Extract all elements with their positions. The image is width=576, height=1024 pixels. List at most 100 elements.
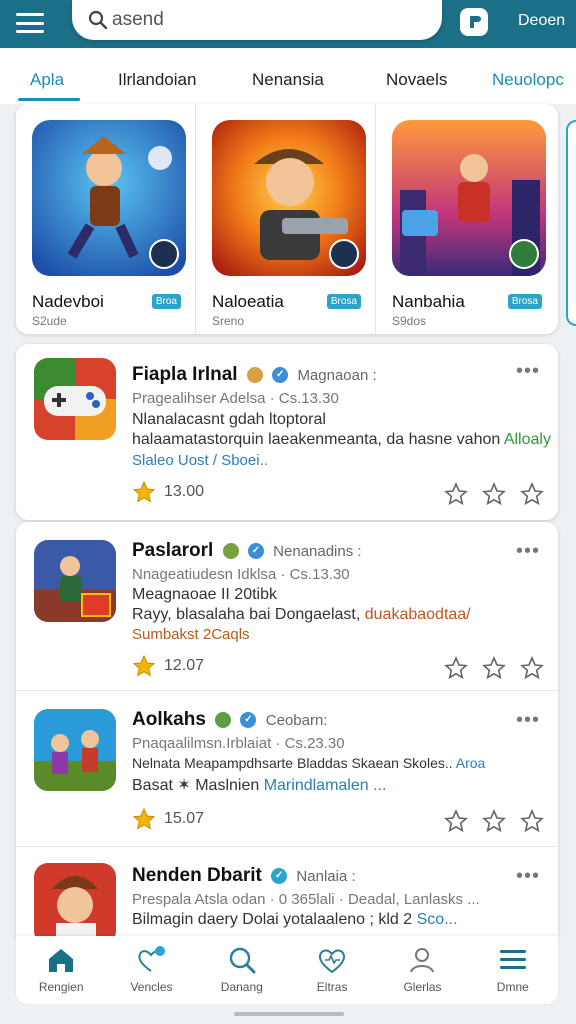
app-icon — [34, 540, 116, 622]
app-description-text: halaamatastorquin laeakenmeanta, da hasn… — [132, 431, 501, 448]
app-title-line: Aolkahs ✓ Ceobarn: — [132, 709, 327, 731]
app-title-line: Fiapla Irlnal ✓ Magnaoan : — [132, 364, 377, 386]
tab-apps[interactable]: Apla — [30, 70, 64, 90]
star-outline-icon[interactable] — [520, 809, 544, 833]
rate-stars — [444, 482, 544, 506]
app-description-2: Rayy, blasalaha bai Dongaelast, duakabao… — [132, 606, 471, 624]
star-outline-icon[interactable] — [482, 482, 506, 506]
list-item[interactable]: Nenden Dbarit ✓ Nanlaia : ••• Prespala A… — [16, 846, 558, 945]
featured-carousel: Nadevboi Broa S2ude Naloeatia Brosa Sren… — [16, 104, 558, 334]
app-title: Aolkahs — [132, 709, 206, 730]
star-filled-icon — [132, 480, 156, 503]
app-logo-icon[interactable] — [460, 8, 488, 36]
heart-icon — [319, 949, 346, 974]
nav-label: Eltras — [316, 980, 348, 994]
nav-3[interactable]: Danang — [197, 936, 287, 1004]
tab-2[interactable]: Ilrlandoian — [118, 70, 196, 90]
app-icon — [34, 863, 116, 945]
app-meta: Prespala Atsla odan · 0 365lali · Deadal… — [132, 891, 480, 908]
more-options-icon[interactable]: ••• — [516, 709, 540, 732]
rating-value: 15.07 — [164, 810, 205, 827]
verified-icon: ✓ — [271, 867, 288, 884]
app-description-2: Basat ✶ Maslnien Marindlamalen ... — [132, 775, 386, 795]
home-icon — [49, 949, 74, 972]
star-outline-icon[interactable] — [520, 482, 544, 506]
featured-title: Nadevboi — [32, 292, 104, 311]
app-link[interactable]: Sumbakst 2Caqls — [132, 626, 250, 643]
nav-label: Vencles — [130, 980, 173, 994]
menu-icon — [499, 950, 526, 969]
home-indicator — [234, 1012, 344, 1016]
featured-card[interactable]: Nadevboi Broa S2ude — [16, 104, 196, 334]
list-item[interactable]: Fiapla Irlnal ✓ Magnaoan : ••• Pragealih… — [16, 344, 558, 520]
tab-5[interactable]: Neuolopc — [492, 70, 564, 90]
top-bar: asend Deoen — [0, 0, 576, 48]
nav-label: Glerlas — [403, 980, 442, 994]
featured-game-image — [32, 120, 186, 276]
publisher: Ceobarn: — [265, 712, 328, 729]
star-outline-icon[interactable] — [444, 809, 468, 833]
search-icon — [229, 947, 256, 974]
list-item[interactable]: Aolkahs ✓ Ceobarn: ••• Pnaqaalilmsn.Irbl… — [16, 690, 558, 846]
nav-4[interactable]: Eltras — [287, 936, 377, 1004]
tab-3[interactable]: Nenansia — [252, 70, 324, 90]
menu-icon[interactable] — [14, 10, 46, 36]
app-description-accent: Alloaly — [503, 431, 551, 448]
app-description-2: halaamatastorquin laeakenmeanta, da hasn… — [132, 431, 551, 449]
more-options-icon[interactable]: ••• — [516, 540, 540, 563]
app-title: Nenden Dbarit — [132, 865, 262, 886]
nav-2[interactable]: Vencles — [106, 936, 196, 1004]
nav-home[interactable]: Rengien — [16, 936, 106, 1004]
more-options-icon[interactable]: ••• — [516, 360, 540, 383]
featured-subtitle: Sreno — [212, 314, 245, 328]
search-input[interactable]: asend — [112, 9, 164, 31]
heart-search-icon — [138, 946, 166, 972]
featured-card[interactable]: Nanbahia Brosa S9dos — [376, 104, 556, 334]
featured-card[interactable]: Naloeatia Brosa Sreno — [196, 104, 376, 334]
rating: 15.07 — [132, 807, 204, 831]
star-filled-icon — [132, 807, 156, 830]
app-description-accent: duakabaodtaa/ — [364, 606, 471, 623]
bottom-nav: Rengien Vencles Danang Eltras Glerlas Dm… — [16, 936, 558, 1004]
search-bar[interactable]: asend — [72, 0, 442, 40]
app-link[interactable]: Slaleo Uost / Sboei.. — [132, 452, 268, 469]
app-title-line: Paslarorl ✓ Nenanadins : — [132, 540, 362, 562]
app-meta: Nnageatiudesn Idklsa · Cs.13.30 — [132, 566, 350, 583]
star-outline-icon[interactable] — [482, 809, 506, 833]
app-description: Nelnata Meapampdhsarte Bladdas Skaean Sk… — [132, 755, 485, 771]
publisher: Nanlaia : — [296, 868, 356, 885]
app-title-line: Nenden Dbarit ✓ Nanlaia : — [132, 865, 356, 887]
rating: 13.00 — [132, 480, 204, 504]
nav-5[interactable]: Glerlas — [377, 936, 467, 1004]
header-right-label[interactable]: Deoen — [518, 12, 565, 30]
app-title: Paslarorl — [132, 540, 214, 561]
profile-icon — [410, 948, 435, 973]
star-outline-icon[interactable] — [444, 656, 468, 680]
nav-label: Danang — [220, 980, 263, 994]
featured-subtitle: S2ude — [32, 314, 67, 328]
app-description-text: Basat ✶ Maslnien — [132, 777, 260, 794]
star-outline-icon[interactable] — [520, 656, 544, 680]
award-icon — [215, 711, 232, 728]
list-item[interactable]: Paslarorl ✓ Nenanadins : ••• Nnageatiude… — [16, 522, 558, 690]
star-outline-icon[interactable] — [482, 656, 506, 680]
nav-6[interactable]: Dmne — [468, 936, 558, 1004]
star-outline-icon[interactable] — [444, 482, 468, 506]
award-icon — [222, 542, 239, 559]
rating: 12.07 — [132, 654, 204, 678]
app-description-accent: Sco... — [416, 911, 458, 928]
carousel-next-card[interactable] — [566, 120, 576, 326]
featured-badge: Brosa — [326, 294, 361, 309]
app-icon — [34, 358, 116, 440]
featured-title: Nanbahia — [392, 292, 465, 311]
app-icon — [34, 709, 116, 791]
publisher: Nenanadins : — [273, 543, 362, 560]
rate-stars — [444, 656, 544, 680]
nav-label: Dmne — [496, 980, 529, 994]
category-tabs: Apla Ilrlandoian Nenansia Novaels Neuolo… — [0, 48, 576, 104]
featured-game-image — [212, 120, 366, 276]
tab-4[interactable]: Novaels — [386, 70, 447, 90]
more-options-icon[interactable]: ••• — [516, 865, 540, 888]
publisher: Magnaoan : — [297, 367, 377, 384]
featured-badge: Brosa — [507, 294, 542, 309]
